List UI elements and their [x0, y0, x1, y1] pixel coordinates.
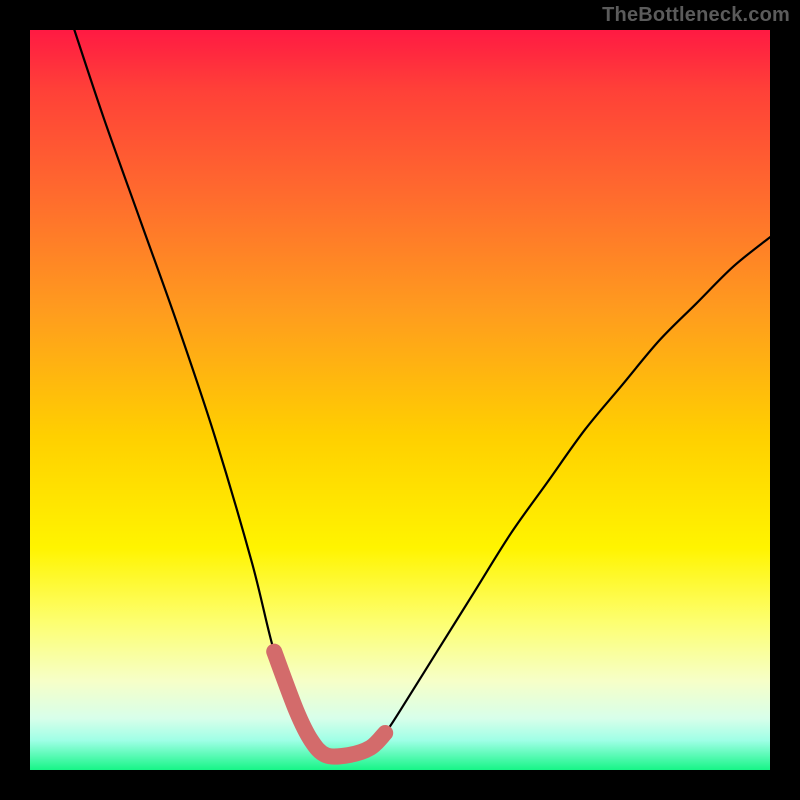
bottleneck-nadir-path [274, 652, 385, 757]
plot-area [30, 30, 770, 770]
watermark-text: TheBottleneck.com [602, 4, 790, 27]
bottleneck-curve [74, 30, 770, 757]
curve-layer [30, 30, 770, 770]
bottleneck-curve-path [74, 30, 770, 757]
chart-frame: TheBottleneck.com [0, 0, 800, 800]
